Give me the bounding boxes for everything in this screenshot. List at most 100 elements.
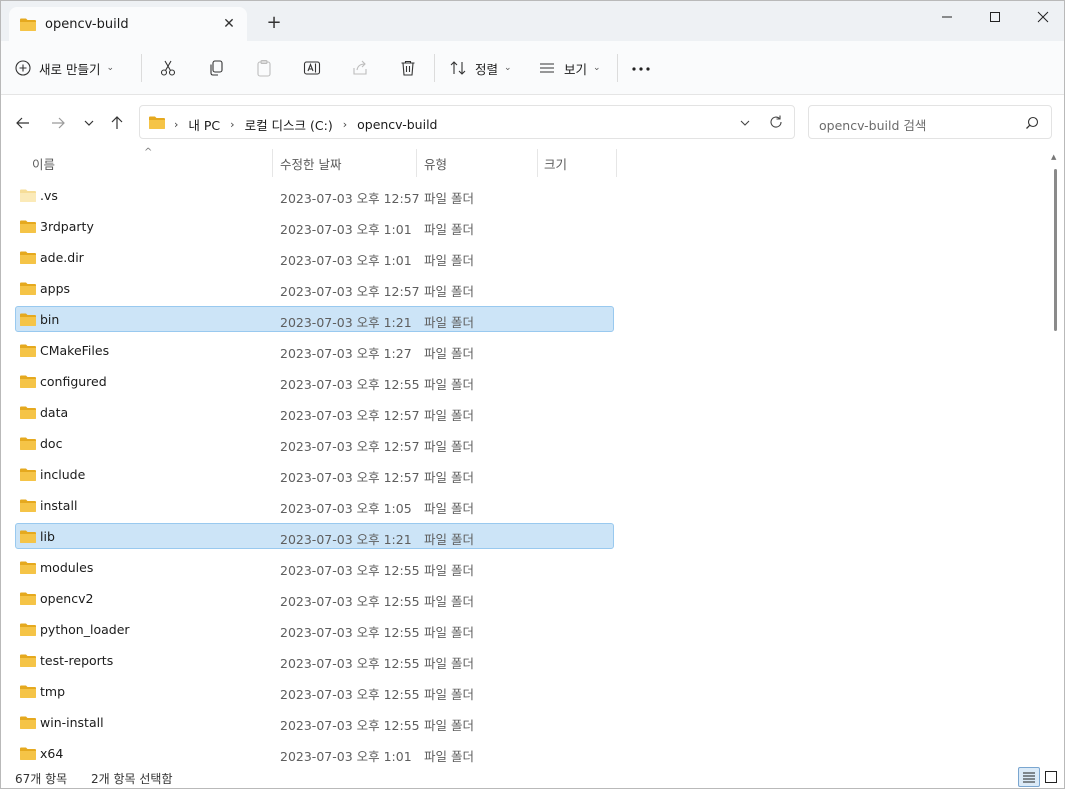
column-divider[interactable] [537, 149, 538, 177]
more-options-button[interactable] [631, 58, 651, 76]
new-tab-button[interactable]: + [263, 13, 285, 35]
sort-icon [450, 61, 466, 75]
search-input[interactable]: opencv-build 검색 [808, 105, 1052, 139]
view-list-icon [540, 63, 554, 73]
trash-icon [401, 60, 415, 76]
file-row-vs[interactable]: .vs 2023-07-03 오후 12:57 파일 폴더 [15, 180, 615, 211]
column-header-date[interactable]: 수정한 날짜 [280, 149, 341, 177]
file-row-opencv2[interactable]: opencv2 2023-07-03 오후 12:55 파일 폴더 [15, 583, 615, 614]
file-row-cmakefiles[interactable]: CMakeFiles 2023-07-03 오후 1:27 파일 폴더 [15, 335, 615, 366]
scissors-icon [160, 60, 176, 76]
recent-locations-button[interactable] [78, 112, 100, 134]
chevron-down-icon [84, 120, 94, 126]
file-row-tmp[interactable]: tmp 2023-07-03 오후 12:55 파일 폴더 [15, 676, 615, 707]
folder-icon [19, 374, 37, 392]
folder-icon [19, 281, 37, 299]
folder-icon [19, 250, 37, 268]
file-date: 2023-07-03 오후 12:57 [280, 191, 420, 206]
file-row-install[interactable]: install 2023-07-03 오후 1:05 파일 폴더 [15, 490, 615, 521]
file-row-data[interactable]: data 2023-07-03 오후 12:57 파일 폴더 [15, 397, 615, 428]
folder-empty-icon [19, 188, 37, 206]
arrow-up-icon [111, 116, 123, 129]
maximize-icon [990, 12, 1000, 22]
breadcrumb-item-local-disk[interactable]: 로컬 디스크 (C:) [245, 115, 333, 134]
file-row-doc[interactable]: doc 2023-07-03 오후 12:57 파일 폴더 [15, 428, 615, 459]
cut-button[interactable] [157, 57, 179, 79]
folder-icon [148, 115, 166, 133]
delete-button[interactable] [397, 57, 419, 79]
view-button[interactable]: 보기 ⌄ [538, 55, 601, 81]
file-name: lib [40, 529, 55, 544]
paste-button[interactable] [253, 57, 275, 79]
chevron-right-icon: › [174, 118, 179, 131]
share-button[interactable] [349, 57, 371, 79]
file-row-3rdparty[interactable]: 3rdparty 2023-07-03 오후 1:01 파일 폴더 [15, 211, 615, 242]
breadcrumb-item-opencv-build[interactable]: opencv-build [357, 117, 437, 132]
column-divider[interactable] [616, 149, 617, 177]
file-row-include[interactable]: include 2023-07-03 오후 12:57 파일 폴더 [15, 459, 615, 490]
file-date: 2023-07-03 오후 1:01 [280, 253, 412, 268]
file-row-ade-dir[interactable]: ade.dir 2023-07-03 오후 1:01 파일 폴더 [15, 242, 615, 273]
file-type: 파일 폴더 [424, 315, 474, 330]
file-type: 파일 폴더 [424, 687, 474, 702]
large-icons-view-icon [1045, 771, 1057, 783]
file-row-modules[interactable]: modules 2023-07-03 오후 12:55 파일 폴더 [15, 552, 615, 583]
file-date: 2023-07-03 오후 1:21 [280, 532, 412, 547]
file-name: 3rdparty [40, 219, 94, 234]
file-date: 2023-07-03 오후 12:57 [280, 284, 420, 299]
close-tab-icon[interactable]: ✕ [219, 14, 239, 34]
sort-button[interactable]: 정렬 ⌄ [449, 55, 512, 81]
chevron-right-icon: › [342, 118, 348, 131]
column-header-size[interactable]: 크기 [544, 149, 567, 177]
minimize-button[interactable] [923, 1, 971, 33]
forward-button[interactable] [47, 112, 69, 134]
new-button[interactable]: 새로 만들기 ⌄ [15, 55, 114, 81]
chevron-down-icon: ⌄ [504, 63, 512, 73]
copy-button[interactable] [205, 57, 227, 79]
folder-icon [19, 17, 37, 35]
back-button[interactable] [12, 112, 34, 134]
column-divider[interactable] [416, 149, 417, 177]
scrollbar-thumb[interactable] [1054, 169, 1057, 331]
file-type: 파일 폴더 [424, 501, 474, 516]
file-row-apps[interactable]: apps 2023-07-03 오후 12:57 파일 폴더 [15, 273, 615, 304]
folder-icon [19, 219, 37, 237]
file-name: tmp [40, 684, 66, 699]
file-row-python-loader[interactable]: python_loader 2023-07-03 오후 12:55 파일 폴더 [15, 614, 615, 645]
column-header-name[interactable]: 이름 [32, 149, 55, 177]
breadcrumb-item-my-pc[interactable]: 내 PC [188, 115, 220, 134]
address-history-chevron-icon[interactable] [738, 116, 752, 133]
folder-icon [19, 622, 37, 640]
refresh-icon[interactable] [768, 114, 784, 133]
rename-button[interactable] [301, 57, 323, 79]
file-row-lib[interactable]: lib 2023-07-03 오후 1:21 파일 폴더 [15, 521, 615, 552]
up-button[interactable] [106, 112, 128, 134]
file-date: 2023-07-03 오후 12:55 [280, 377, 420, 392]
folder-icon [19, 405, 37, 423]
file-date: 2023-07-03 오후 12:57 [280, 439, 420, 454]
column-divider[interactable] [272, 149, 273, 177]
file-row-bin[interactable]: bin 2023-07-03 오후 1:21 파일 폴더 [15, 304, 615, 335]
details-view-button[interactable] [1018, 767, 1040, 787]
folder-icon [19, 715, 37, 733]
tab-opencv-build[interactable]: opencv-build ✕ [9, 7, 247, 41]
folder-icon [19, 498, 37, 516]
toolbar-divider [617, 54, 618, 82]
scroll-up-icon[interactable]: ▲ [1051, 153, 1056, 161]
folder-icon [19, 529, 37, 547]
address-bar[interactable]: › 내 PC › 로컬 디스크 (C:) › opencv-build [139, 105, 795, 139]
details-view-icon [1023, 772, 1035, 783]
file-type: 파일 폴더 [424, 346, 474, 361]
file-row-configured[interactable]: configured 2023-07-03 오후 12:55 파일 폴더 [15, 366, 615, 397]
file-row-win-install[interactable]: win-install 2023-07-03 오후 12:55 파일 폴더 [15, 707, 615, 738]
close-window-button[interactable] [1019, 1, 1064, 33]
file-name: bin [40, 312, 60, 327]
column-header-type[interactable]: 유형 [424, 149, 447, 177]
vertical-scrollbar[interactable]: ▲ [1049, 151, 1061, 763]
file-row-test-reports[interactable]: test-reports 2023-07-03 오후 12:55 파일 폴더 [15, 645, 615, 676]
maximize-button[interactable] [971, 1, 1019, 33]
large-icons-view-button[interactable] [1043, 768, 1059, 786]
file-name: win-install [40, 715, 104, 730]
file-list: .vs 2023-07-03 오후 12:57 파일 폴더 3rdparty 2023-… [15, 180, 615, 769]
search-placeholder: opencv-build 검색 [819, 118, 927, 133]
